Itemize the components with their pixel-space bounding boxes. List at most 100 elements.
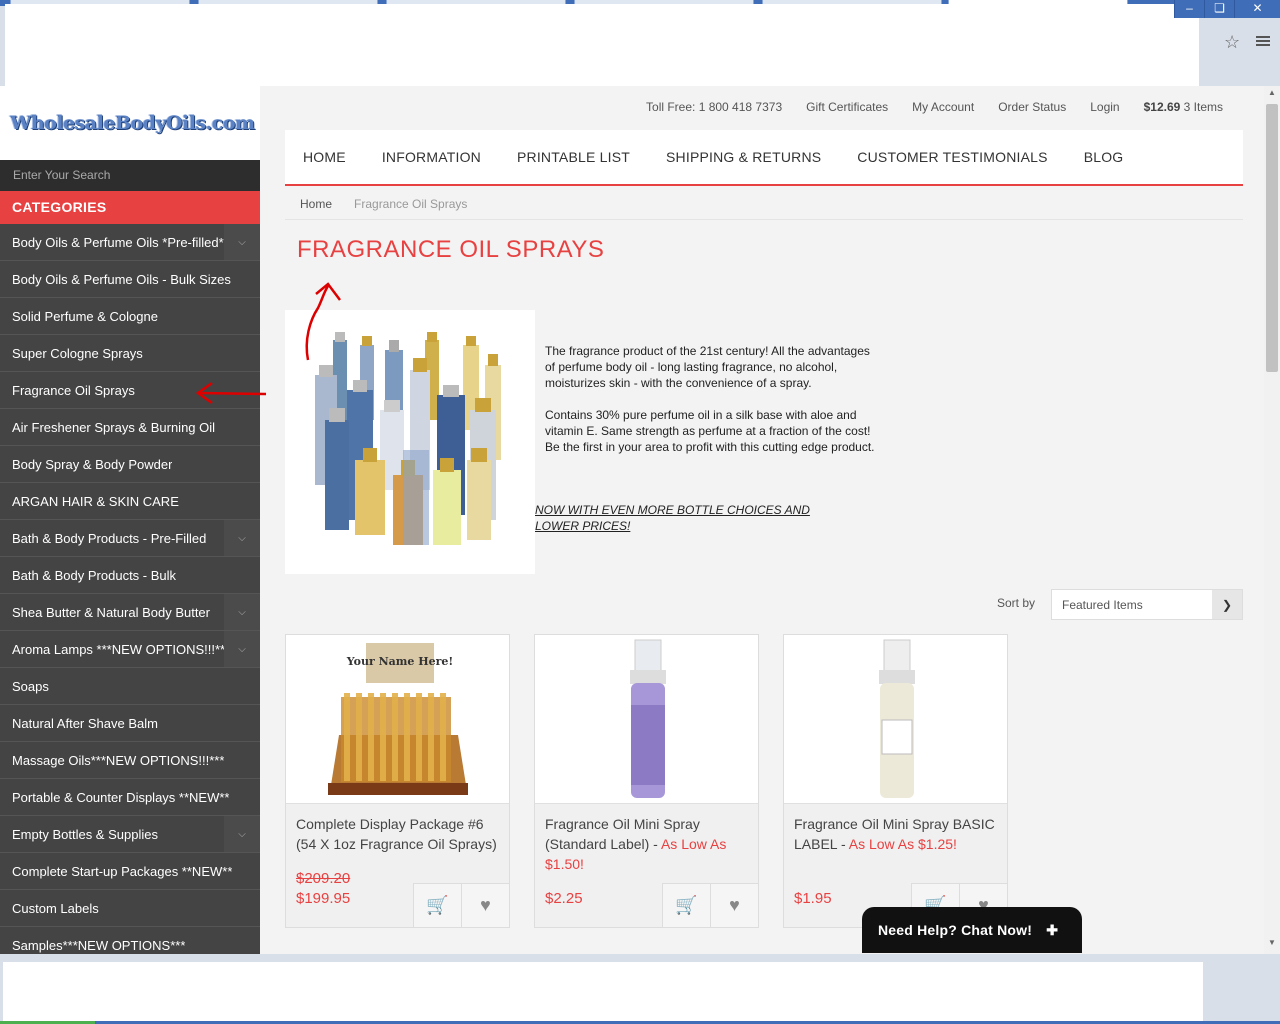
category-label[interactable]: Samples***NEW OPTIONS*** xyxy=(12,938,185,953)
product-promo: As Low As $1.25! xyxy=(848,836,957,852)
nav-item[interactable]: BLOG xyxy=(1084,149,1124,165)
product-image[interactable] xyxy=(535,635,758,804)
chevron-down-icon[interactable]: ⌵ xyxy=(224,594,260,630)
category-label[interactable]: Aroma Lamps ***NEW OPTIONS!!!*** xyxy=(12,642,224,657)
chevron-down-icon: ❯ xyxy=(1212,590,1242,619)
category-label[interactable]: Solid Perfume & Cologne xyxy=(12,309,158,324)
nav-item[interactable]: HOME xyxy=(303,149,346,165)
main-content: Toll Free: 1 800 418 7373 Gift Certifica… xyxy=(260,86,1264,954)
chevron-down-icon[interactable]: ⌵ xyxy=(224,520,260,556)
sort-select[interactable]: Featured Items ❯ xyxy=(1051,589,1243,620)
category-item[interactable]: Bath & Body Products - Pre-Filled ⌵ xyxy=(0,520,260,557)
category-label[interactable]: Portable & Counter Displays **NEW** xyxy=(12,790,229,805)
logo-area[interactable]: WholesaleBodyOils.com xyxy=(0,86,260,160)
gift-certificates-link[interactable]: Gift Certificates xyxy=(806,100,888,114)
category-item[interactable]: Empty Bottles & Supplies ⌵ xyxy=(0,816,260,853)
product-image[interactable]: Your Name Here! xyxy=(286,635,509,804)
category-item[interactable]: ARGAN HAIR & SKIN CARE xyxy=(0,483,260,520)
scroll-up-icon[interactable]: ▲ xyxy=(1264,88,1280,102)
category-label[interactable]: Air Freshener Sprays & Burning Oil xyxy=(12,420,215,435)
page-scrollbar[interactable]: ▲ ▼ xyxy=(1264,86,1280,954)
category-label[interactable]: Massage Oils***NEW OPTIONS!!!*** xyxy=(12,753,224,768)
bookmark-star-icon[interactable]: ☆ xyxy=(1224,32,1240,53)
heart-icon: ♥ xyxy=(480,895,491,915)
category-item[interactable]: Portable & Counter Displays **NEW** xyxy=(0,779,260,816)
product-card[interactable]: Your Name Here! Complete Display Package… xyxy=(285,634,510,928)
cart-link[interactable]: $12.69 3 Items xyxy=(1144,100,1223,114)
site-logo[interactable]: WholesaleBodyOils.com xyxy=(10,112,255,134)
category-item[interactable]: Body Oils & Perfume Oils *Pre-filled* ⌵ xyxy=(0,224,260,261)
category-description: The fragrance product of the 21st centur… xyxy=(545,343,875,471)
breadcrumb-home[interactable]: Home xyxy=(300,197,332,211)
product-price: $1.95 xyxy=(794,889,832,909)
utility-bar: Toll Free: 1 800 418 7373 Gift Certifica… xyxy=(646,100,1223,114)
category-item[interactable]: Soaps xyxy=(0,668,260,705)
redacted-status-area xyxy=(3,962,1203,1022)
category-item[interactable]: Air Freshener Sprays & Burning Oil xyxy=(0,409,260,446)
category-label[interactable]: Custom Labels xyxy=(12,901,99,916)
category-label[interactable]: Bath & Body Products - Pre-Filled xyxy=(12,531,206,546)
product-actions: 🛒 ♥ xyxy=(413,883,509,927)
product-card[interactable]: Fragrance Oil Mini Spray BASIC LABEL - A… xyxy=(783,634,1008,928)
nav-item[interactable]: SHIPPING & RETURNS xyxy=(666,149,821,165)
restore-icon[interactable]: ❏ xyxy=(1204,0,1234,18)
category-item[interactable]: Shea Butter & Natural Body Butter ⌵ xyxy=(0,594,260,631)
nav-item[interactable]: INFORMATION xyxy=(382,149,481,165)
chevron-down-icon[interactable]: ⌵ xyxy=(224,816,260,852)
category-item[interactable]: Custom Labels xyxy=(0,890,260,927)
product-title[interactable]: Complete Display Package #6 (54 X 1oz Fr… xyxy=(286,804,509,854)
category-label[interactable]: Fragrance Oil Sprays xyxy=(12,383,135,398)
category-item[interactable]: Samples***NEW OPTIONS*** xyxy=(0,927,260,954)
chat-widget[interactable]: Need Help? Chat Now! ✚ xyxy=(862,907,1082,953)
minimize-icon[interactable]: – xyxy=(1174,0,1204,18)
category-label[interactable]: Empty Bottles & Supplies xyxy=(12,827,158,842)
chevron-down-icon[interactable]: ⌵ xyxy=(224,631,260,667)
category-label[interactable]: Complete Start-up Packages **NEW** xyxy=(12,864,232,879)
category-item[interactable]: Body Oils & Perfume Oils - Bulk Sizes xyxy=(0,261,260,298)
category-label[interactable]: Natural After Shave Balm xyxy=(12,716,158,731)
scroll-down-icon[interactable]: ▼ xyxy=(1264,938,1280,952)
product-actions: 🛒 ♥ xyxy=(662,883,758,927)
category-item[interactable]: Natural After Shave Balm xyxy=(0,705,260,742)
category-label[interactable]: Body Spray & Body Powder xyxy=(12,457,172,472)
category-label[interactable]: Body Oils & Perfume Oils *Pre-filled* xyxy=(12,235,224,250)
chevron-down-icon[interactable]: ⌵ xyxy=(224,224,260,260)
product-sale-price: $1.95 xyxy=(794,890,832,907)
product-old-price: $209.20 xyxy=(296,870,351,887)
login-link[interactable]: Login xyxy=(1090,100,1119,114)
product-card[interactable]: Fragrance Oil Mini Spray (Standard Label… xyxy=(534,634,759,928)
add-to-cart-button[interactable]: 🛒 xyxy=(662,883,710,927)
category-item[interactable]: Super Cologne Sprays xyxy=(0,335,260,372)
category-item[interactable]: Massage Oils***NEW OPTIONS!!!*** xyxy=(0,742,260,779)
category-image xyxy=(285,310,535,574)
description-paragraph: Contains 30% pure perfume oil in a silk … xyxy=(545,408,875,454)
nav-item[interactable]: CUSTOMER TESTIMONIALS xyxy=(857,149,1047,165)
main-nav: HOME INFORMATION PRINTABLE LIST SHIPPING & … xyxy=(285,130,1243,186)
browser-menu-icon[interactable] xyxy=(1256,34,1270,48)
category-item[interactable]: Bath & Body Products - Bulk xyxy=(0,557,260,594)
my-account-link[interactable]: My Account xyxy=(912,100,974,114)
product-name[interactable]: Complete Display Package #6 (54 X 1oz Fr… xyxy=(296,816,497,852)
category-item[interactable]: Body Spray & Body Powder xyxy=(0,446,260,483)
scrollbar-thumb[interactable] xyxy=(1266,104,1278,372)
category-label[interactable]: Super Cologne Sprays xyxy=(12,346,143,361)
search-input[interactable]: Enter Your Search xyxy=(0,160,260,191)
category-label[interactable]: Bath & Body Products - Bulk xyxy=(12,568,176,583)
nav-item[interactable]: PRINTABLE LIST xyxy=(517,149,630,165)
wishlist-button[interactable]: ♥ xyxy=(710,883,758,927)
product-title[interactable]: Fragrance Oil Mini Spray BASIC LABEL - A… xyxy=(784,804,1007,854)
close-icon[interactable]: ✕ xyxy=(1234,0,1280,18)
category-item[interactable]: Complete Start-up Packages **NEW** xyxy=(0,853,260,890)
category-item[interactable]: Fragrance Oil Sprays xyxy=(0,372,260,409)
add-to-cart-button[interactable]: 🛒 xyxy=(413,883,461,927)
category-label[interactable]: ARGAN HAIR & SKIN CARE xyxy=(12,494,179,509)
product-image[interactable] xyxy=(784,635,1007,804)
category-label[interactable]: Body Oils & Perfume Oils - Bulk Sizes xyxy=(12,272,231,287)
category-item[interactable]: Aroma Lamps ***NEW OPTIONS!!!*** ⌵ xyxy=(0,631,260,668)
order-status-link[interactable]: Order Status xyxy=(998,100,1066,114)
category-label[interactable]: Soaps xyxy=(12,679,49,694)
category-label[interactable]: Shea Butter & Natural Body Butter xyxy=(12,605,210,620)
wishlist-button[interactable]: ♥ xyxy=(461,883,509,927)
category-item[interactable]: Solid Perfume & Cologne xyxy=(0,298,260,335)
product-title[interactable]: Fragrance Oil Mini Spray (Standard Label… xyxy=(535,804,758,874)
